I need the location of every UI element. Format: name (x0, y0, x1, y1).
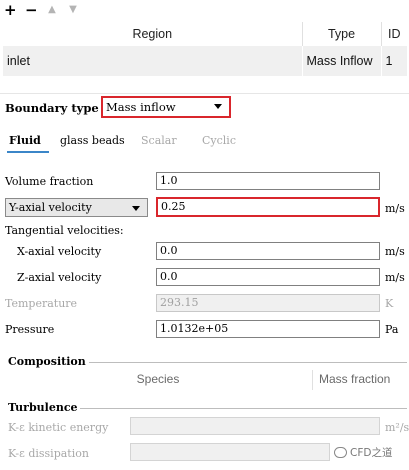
k-epsilon-kinetic-energy-label: K-ε kinetic energy (8, 421, 109, 434)
x-axial-velocity-input[interactable]: 0.0 (156, 242, 380, 260)
boundary-type-select[interactable]: Mass inflow (101, 96, 231, 118)
column-header-region[interactable]: Region (3, 22, 303, 46)
region-table: Region Type ID inlet Mass Inflow 1 (3, 22, 407, 76)
column-header-type[interactable]: Type (302, 22, 382, 46)
x-axial-velocity-unit: m/s (385, 245, 405, 258)
temperature-label: Temperature (5, 297, 78, 310)
pressure-label: Pressure (5, 323, 55, 336)
kinetic-energy-unit: m²/s² (385, 421, 409, 434)
axial-velocity-unit: m/s (385, 202, 405, 215)
column-header-mass-fraction[interactable]: Mass fraction (319, 372, 390, 386)
pressure-unit: Pa (385, 323, 399, 336)
z-axial-velocity-label: Z-axial velocity (17, 271, 102, 284)
composition-table-header: Species Mass fraction (40, 370, 407, 390)
panel-divider (0, 93, 409, 94)
composition-section-title: Composition (8, 355, 86, 368)
x-axial-velocity-label: X-axial velocity (17, 245, 102, 258)
add-region-button[interactable]: + (4, 3, 17, 18)
k-epsilon-dissipation-label: K-ε dissipation (8, 447, 89, 460)
column-header-id[interactable]: ID (381, 22, 407, 46)
z-axial-velocity-input[interactable]: 0.0 (156, 268, 380, 286)
axial-velocity-selected: Y-axial velocity (9, 201, 92, 214)
pressure-input[interactable]: 1.0132e+05 (156, 320, 380, 338)
k-epsilon-kinetic-energy-input (130, 417, 380, 435)
turbulence-divider (80, 408, 407, 409)
volume-fraction-input[interactable]: 1.0 (156, 172, 380, 190)
chat-bubble-icon (334, 447, 347, 458)
volume-fraction-label: Volume fraction (5, 175, 94, 188)
move-up-button[interactable]: ▲ (46, 3, 58, 17)
region-toolbar: + − ▲ ▼ (4, 2, 79, 18)
tab-fluid[interactable]: Fluid (9, 134, 41, 148)
tab-cyclic[interactable]: Cyclic (202, 134, 236, 148)
axial-velocity-select[interactable]: Y-axial velocity (5, 198, 148, 217)
watermark: CFD之道 (334, 445, 392, 460)
id-cell[interactable]: 1 (381, 46, 407, 76)
composition-divider (89, 362, 407, 363)
tangential-velocities-label: Tangential velocities: (5, 224, 124, 237)
boundary-type-label: Boundary type (5, 101, 99, 115)
chevron-down-icon (132, 206, 140, 211)
type-cell[interactable]: Mass Inflow (302, 46, 382, 76)
temperature-unit: K (385, 297, 394, 310)
boundary-type-value: Mass inflow (106, 100, 176, 114)
table-header-row: Region Type ID (3, 22, 407, 46)
k-epsilon-dissipation-input (130, 443, 330, 461)
z-axial-velocity-unit: m/s (385, 271, 405, 284)
phase-tabs: Fluid glass beads Scalar Cyclic (0, 134, 409, 154)
region-cell[interactable]: inlet (3, 46, 303, 76)
chevron-down-icon (214, 104, 222, 109)
column-header-species[interactable]: Species (40, 372, 276, 386)
turbulence-section-title: Turbulence (8, 401, 78, 414)
column-divider (312, 370, 313, 390)
tab-glass-beads[interactable]: glass beads (60, 134, 125, 148)
tab-scalar[interactable]: Scalar (141, 134, 177, 148)
move-down-button[interactable]: ▼ (67, 3, 79, 17)
active-tab-indicator (7, 151, 49, 153)
remove-region-button[interactable]: − (25, 3, 38, 18)
temperature-input: 293.15 (156, 294, 380, 312)
axial-velocity-input[interactable]: 0.25 (156, 197, 380, 217)
watermark-text: CFD之道 (350, 447, 393, 459)
table-row[interactable]: inlet Mass Inflow 1 (3, 46, 407, 76)
